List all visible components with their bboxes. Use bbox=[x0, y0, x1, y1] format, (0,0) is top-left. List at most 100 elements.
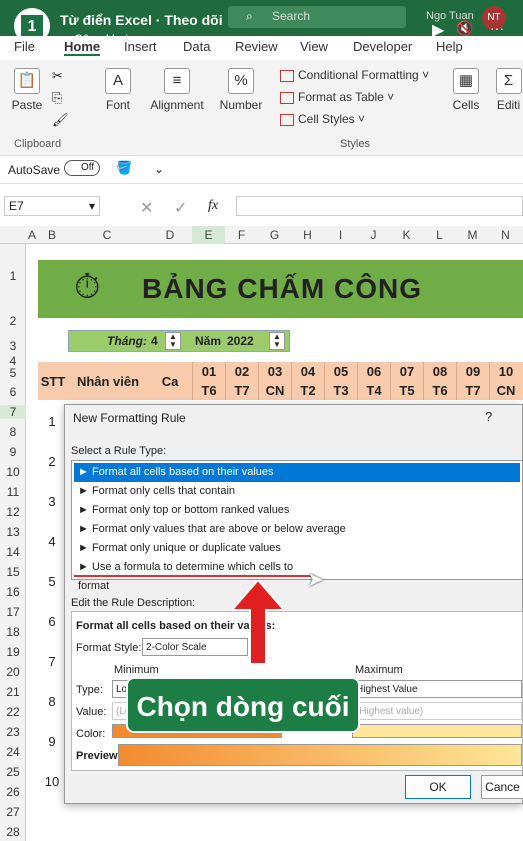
column-header[interactable]: D bbox=[148, 226, 192, 244]
row-header[interactable]: 7 bbox=[0, 405, 26, 419]
row-header[interactable]: 14 bbox=[0, 545, 26, 559]
alignment-icon: ≡ bbox=[164, 68, 190, 94]
number-button[interactable]: % Number bbox=[218, 68, 264, 112]
percent-icon: % bbox=[228, 68, 254, 94]
search-box[interactable]: ⌕ Search bbox=[228, 6, 406, 28]
row-header[interactable]: 10 bbox=[0, 465, 26, 479]
row-header[interactable]: 21 bbox=[0, 685, 26, 699]
rule-type-item[interactable]: ► Format all cells based on their values bbox=[74, 463, 520, 482]
column-header[interactable]: C bbox=[66, 226, 148, 244]
stt-cell: 6 bbox=[48, 614, 56, 629]
day-header: 09 T7 bbox=[456, 362, 489, 400]
fill-color-icon[interactable]: 🪣 bbox=[116, 160, 132, 176]
function-icon[interactable]: fx bbox=[208, 198, 218, 214]
column-header[interactable]: B bbox=[38, 226, 66, 244]
day-number: 09 bbox=[465, 364, 481, 379]
tab-developer[interactable]: Developer bbox=[353, 39, 412, 54]
format-style-label: Format Style: bbox=[76, 642, 142, 654]
conditional-formatting-button[interactable]: Conditional Formatting ˅ bbox=[280, 68, 429, 82]
tab-data[interactable]: Data bbox=[183, 39, 210, 54]
row-header[interactable]: 24 bbox=[0, 745, 26, 759]
formula-input[interactable] bbox=[236, 196, 523, 216]
column-header[interactable]: E bbox=[192, 226, 225, 244]
column-header[interactable]: A bbox=[26, 226, 38, 244]
row-header[interactable]: 22 bbox=[0, 705, 26, 719]
month-label: Tháng: bbox=[107, 334, 147, 348]
column-header[interactable]: J bbox=[357, 226, 390, 244]
row-header[interactable]: 3 bbox=[0, 339, 26, 353]
format-as-table-button[interactable]: Format as Table ˅ bbox=[280, 90, 394, 104]
column-header[interactable]: M bbox=[456, 226, 489, 244]
tab-help[interactable]: Help bbox=[436, 39, 463, 54]
row-header[interactable]: 16 bbox=[0, 585, 26, 599]
row-header[interactable]: 1 bbox=[0, 269, 26, 283]
column-header[interactable]: N bbox=[489, 226, 522, 244]
row-header[interactable]: 26 bbox=[0, 785, 26, 799]
column-header[interactable]: F bbox=[225, 226, 258, 244]
customize-icon[interactable]: ⌄ bbox=[154, 162, 164, 176]
paste-button[interactable]: 📋 Paste bbox=[10, 68, 44, 112]
row-header[interactable]: 28 bbox=[0, 825, 26, 839]
copy-icon[interactable]: ⎘ bbox=[52, 90, 62, 106]
max-type-select[interactable]: Highest Value bbox=[352, 680, 522, 698]
column-header[interactable]: H bbox=[291, 226, 324, 244]
ribbon: 📋 Paste ✂ ⎘ 🖌 Clipboard A Font ≡ Alignment … bbox=[0, 60, 523, 156]
cancel-button[interactable]: Cance bbox=[481, 775, 523, 799]
row-header[interactable]: 12 bbox=[0, 505, 26, 519]
row-header[interactable]: 9 bbox=[0, 445, 26, 459]
cells-button[interactable]: ▦ Cells bbox=[448, 68, 484, 112]
row-header[interactable]: 17 bbox=[0, 605, 26, 619]
row-header[interactable]: 18 bbox=[0, 625, 26, 639]
column-header[interactable]: L bbox=[423, 226, 456, 244]
row-header[interactable]: 20 bbox=[0, 665, 26, 679]
enter-icon[interactable]: ✓ bbox=[174, 198, 187, 218]
ok-button[interactable]: OK bbox=[405, 775, 471, 799]
tab-home[interactable]: Home bbox=[64, 39, 101, 56]
rule-type-item[interactable]: ► Format only values that are above or b… bbox=[74, 520, 520, 539]
more-icon[interactable]: ··· bbox=[490, 20, 504, 36]
page-title: Từ điển Excel · Theo dõi bbox=[60, 12, 223, 28]
help-button[interactable]: ? bbox=[485, 409, 492, 424]
day-header: 05 T3 bbox=[324, 362, 357, 400]
red-arrow-icon bbox=[232, 580, 284, 664]
rule-type-item[interactable]: ► Format only unique or duplicate values bbox=[74, 539, 520, 558]
row-header[interactable]: 27 bbox=[0, 805, 26, 819]
format-painter-icon[interactable]: 🖌 bbox=[52, 112, 69, 128]
row-header[interactable]: 8 bbox=[0, 425, 26, 439]
row-header[interactable]: 15 bbox=[0, 565, 26, 579]
rule-type-item[interactable]: ► Format only top or bottom ranked value… bbox=[74, 501, 520, 520]
row-header[interactable]: 25 bbox=[0, 765, 26, 779]
font-button[interactable]: A Font bbox=[100, 68, 136, 112]
row-header[interactable]: 23 bbox=[0, 725, 26, 739]
day-header: 02 T7 bbox=[225, 362, 258, 400]
weekday: T5 bbox=[399, 383, 415, 398]
editing-button[interactable]: Σ Editi bbox=[494, 68, 523, 112]
row-header[interactable]: 13 bbox=[0, 525, 26, 539]
row-header[interactable]: 11 bbox=[0, 485, 26, 499]
row-header[interactable]: 2 bbox=[0, 314, 26, 328]
column-header[interactable]: I bbox=[324, 226, 357, 244]
name-box[interactable]: E7 ▾ bbox=[4, 196, 100, 216]
year-spinner[interactable]: ▲ ▼ bbox=[269, 332, 285, 350]
tab-insert[interactable]: Insert bbox=[124, 39, 157, 54]
alignment-button[interactable]: ≡ Alignment bbox=[148, 68, 206, 112]
cancel-icon[interactable]: ✕ bbox=[140, 198, 153, 218]
cell-styles-button[interactable]: Cell Styles ˅ bbox=[280, 112, 365, 126]
rule-type-item[interactable]: ► Format only cells that contain bbox=[74, 482, 520, 501]
row-header[interactable]: 19 bbox=[0, 645, 26, 659]
tab-file[interactable]: File bbox=[14, 39, 35, 54]
month-spinner[interactable]: ▲ ▼ bbox=[165, 332, 181, 350]
rule-type-item[interactable]: ► Use a formula to determine which cells… bbox=[74, 558, 314, 592]
tab-view[interactable]: View bbox=[300, 39, 328, 54]
max-value-input[interactable]: (Highest value) bbox=[352, 702, 522, 720]
mute-icon[interactable]: 🔇 bbox=[456, 20, 473, 37]
month-value: 4 bbox=[151, 334, 158, 348]
row-header[interactable]: 5 bbox=[0, 366, 26, 380]
cut-icon[interactable]: ✂ bbox=[52, 68, 63, 84]
max-color-picker[interactable] bbox=[352, 724, 522, 738]
column-header[interactable]: G bbox=[258, 226, 291, 244]
row-header[interactable]: 6 bbox=[0, 385, 26, 399]
autosave-toggle[interactable]: Off bbox=[64, 160, 100, 176]
tab-review[interactable]: Review bbox=[235, 39, 278, 54]
column-header[interactable]: K bbox=[390, 226, 423, 244]
